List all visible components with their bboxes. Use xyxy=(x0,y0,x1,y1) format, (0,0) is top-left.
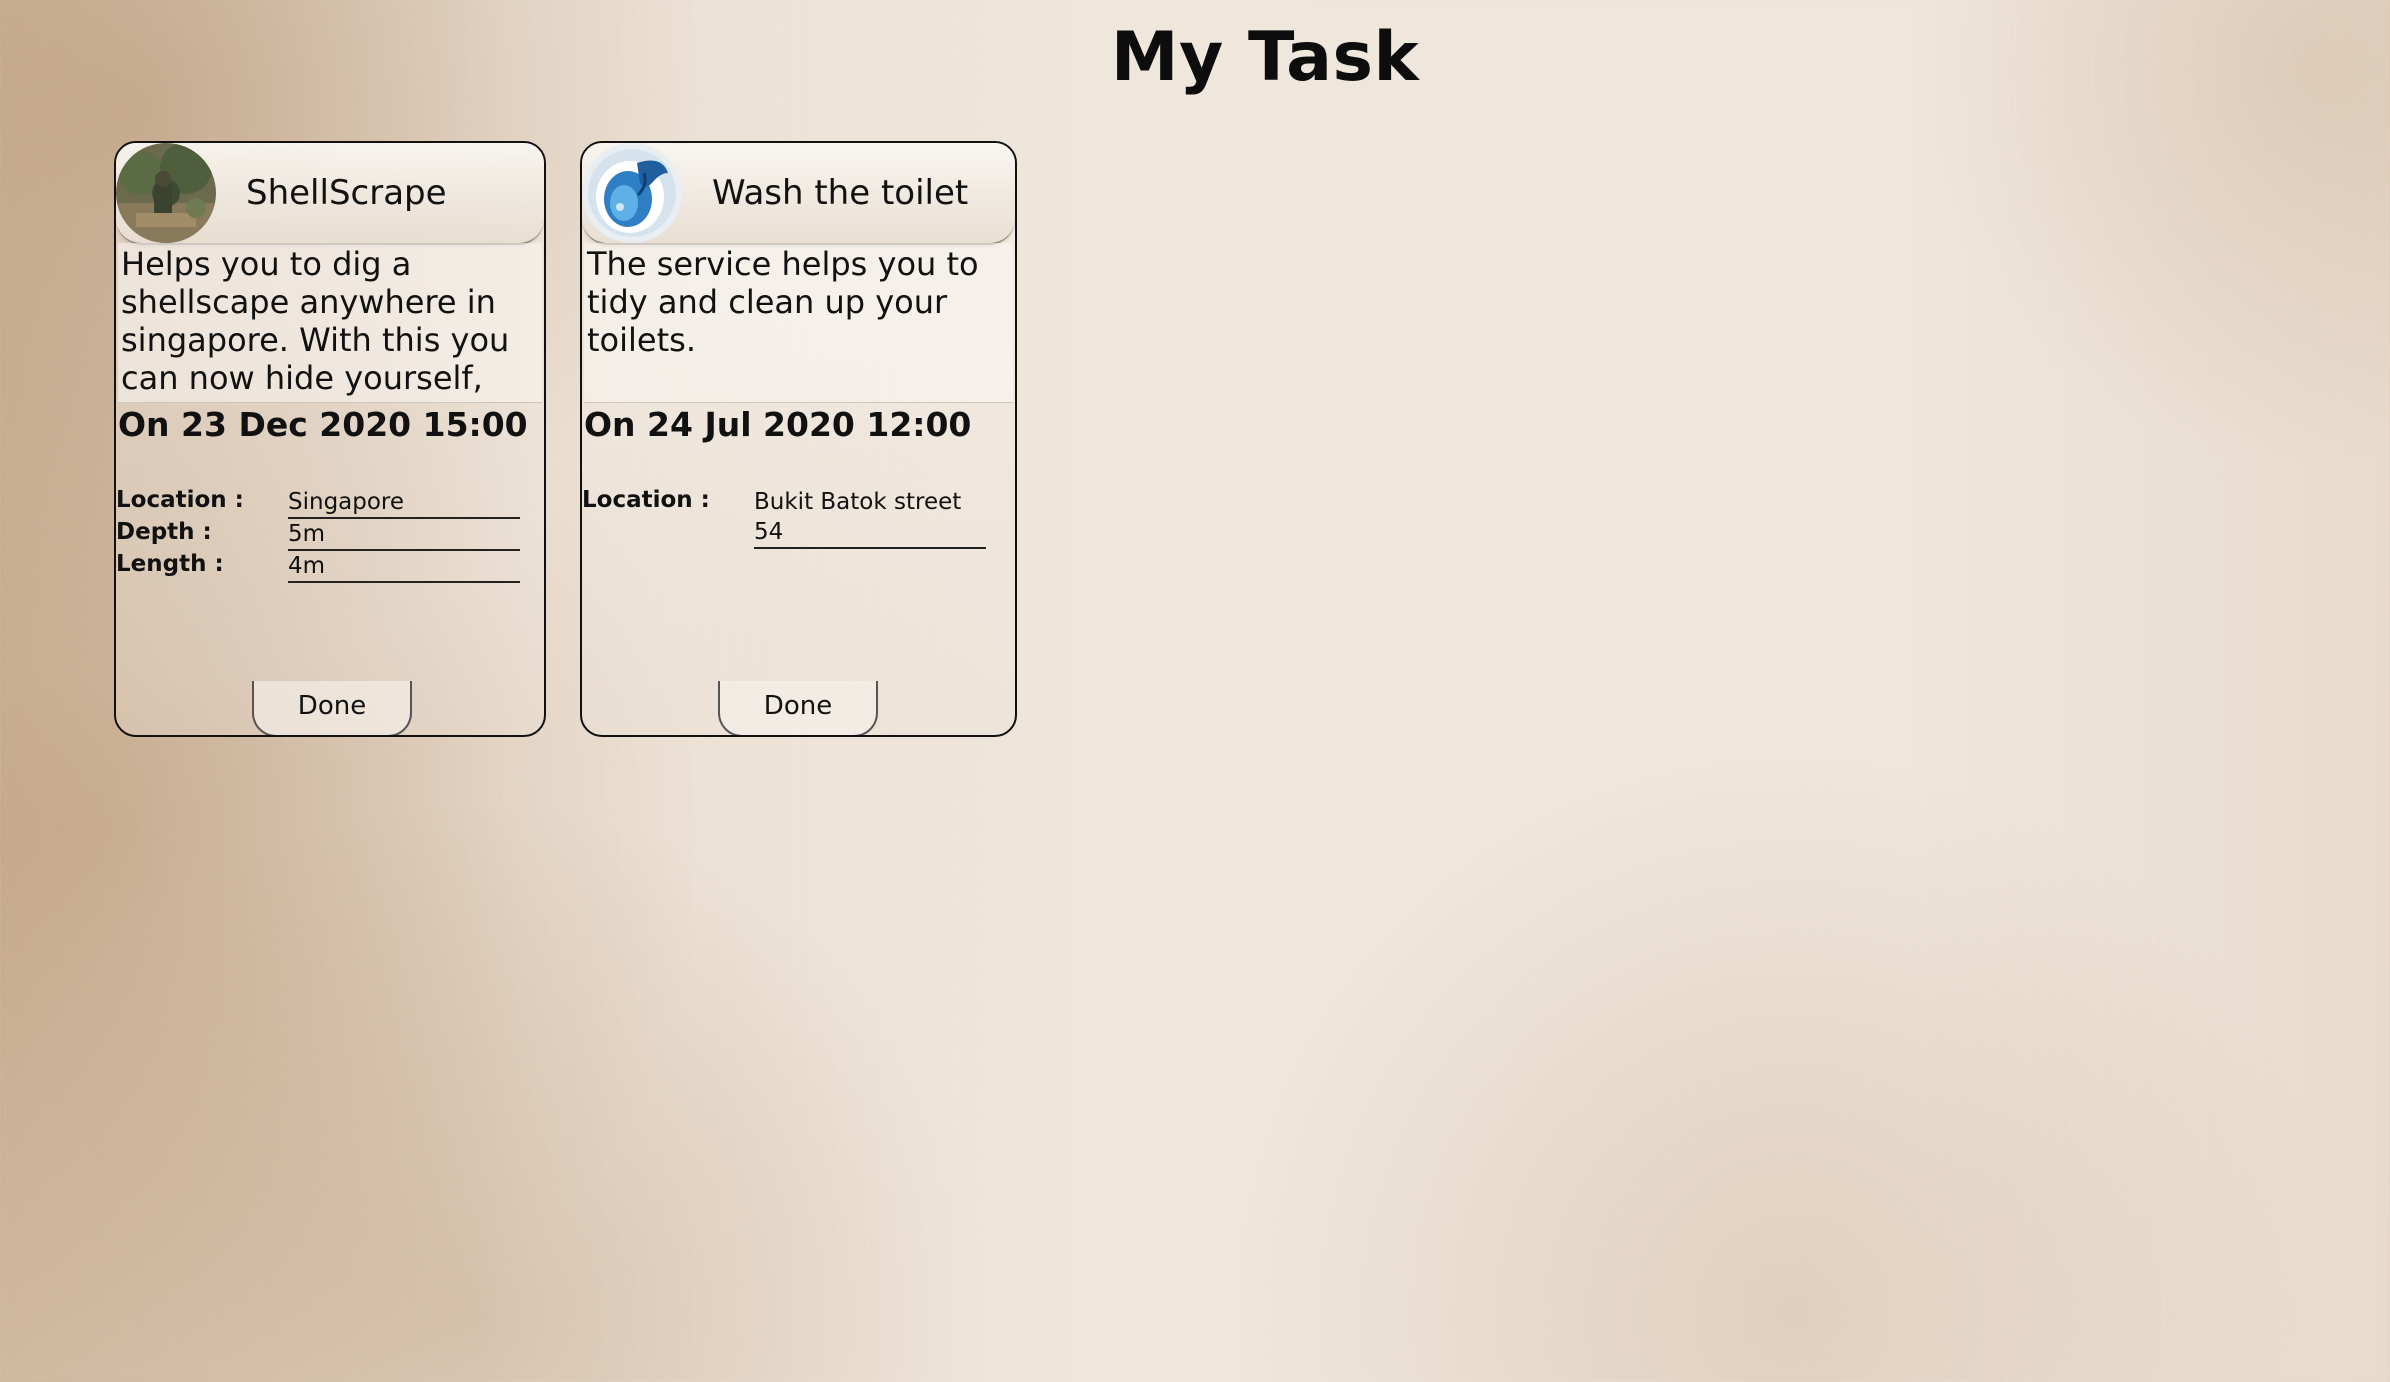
detail-value-location: Bukit Batok street 54 xyxy=(754,487,986,549)
detail-value-location: Singapore xyxy=(288,487,520,519)
task-card-header: Wash the toilet xyxy=(582,143,1015,245)
detail-label: Location : xyxy=(116,487,244,513)
detail-value-length: 4m xyxy=(288,551,520,583)
task-card-header: ShellScrape xyxy=(116,143,544,245)
task-card-wash-toilet: Wash the toilet The service helps you to… xyxy=(580,141,1017,737)
task-date: On 24 Jul 2020 12:00 xyxy=(584,405,972,444)
page-title: My Task xyxy=(1110,18,1420,97)
task-description: The service helps you to tidy and clean … xyxy=(584,243,1013,403)
task-image-shellscrape xyxy=(116,143,216,243)
done-button[interactable]: Done xyxy=(252,681,412,735)
detail-value-depth: 5m xyxy=(288,519,520,551)
task-title: Wash the toilet xyxy=(712,173,969,213)
done-button[interactable]: Done xyxy=(718,681,878,735)
task-date: On 23 Dec 2020 15:00 xyxy=(118,405,528,444)
task-title: ShellScrape xyxy=(246,173,447,213)
detail-label: Location : xyxy=(582,487,710,513)
task-image-toilet xyxy=(582,143,682,243)
task-card-shellscrape: ShellScrape Helps you to dig a shellscap… xyxy=(114,141,546,737)
task-description: Helps you to dig a shellscape anywhere i… xyxy=(118,243,542,403)
detail-label: Length : xyxy=(116,551,224,577)
detail-label: Depth : xyxy=(116,519,212,545)
